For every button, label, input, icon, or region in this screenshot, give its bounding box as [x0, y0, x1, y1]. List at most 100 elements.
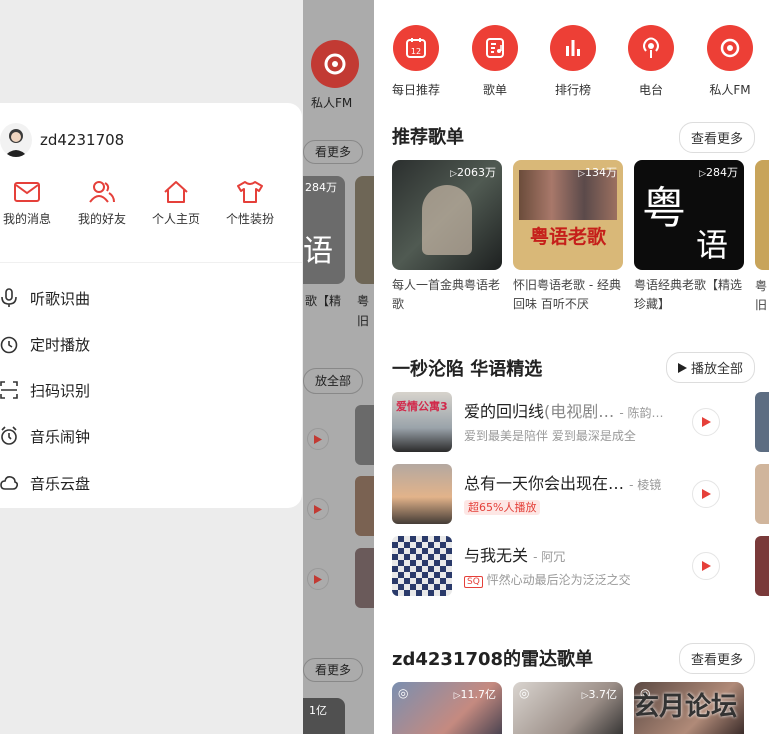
partial-title: 粤 [755, 279, 768, 293]
quick-action-messages[interactable]: 我的消息 [0, 180, 62, 227]
radar-icon: ◎ [398, 686, 409, 700]
strip-partial-text-3: 旧 [357, 314, 370, 328]
song-row[interactable]: 爱情公寓3 爱的回归线(电视剧… - 陈韵… 爱到最美是陪伴 爱到最深是成全 [392, 392, 769, 454]
play-count: 2063万 [457, 166, 496, 179]
nav-label: 每日推荐 [391, 83, 440, 97]
strip-play-icon [307, 568, 329, 590]
nav-daily-recommend[interactable]: 12 每日推荐 [386, 25, 446, 98]
play-all-label: 播放全部 [691, 362, 744, 377]
nav-label: 电台 [638, 83, 663, 97]
calendar-icon: 12 [406, 38, 426, 58]
home-panel: 12 每日推荐 歌单 排行榜 电台 私人FM 推荐歌单 查看更多 ▷2063万 … [374, 0, 769, 734]
radar-playlist-cover[interactable]: ◎ ▷11.7亿 [392, 682, 502, 734]
play-all-button[interactable]: 播放全部 [666, 352, 756, 383]
menu-item-alarm[interactable]: 音乐闹钟 [0, 421, 300, 451]
nav-private-fm[interactable]: 私人FM [700, 25, 760, 98]
fm-label: 私人FM [311, 96, 353, 110]
play-icon [678, 362, 687, 373]
quick-action-friends[interactable]: 我的好友 [67, 180, 137, 227]
radar-playlist-cover[interactable]: ◎ ▷3.7亿 [513, 682, 623, 734]
cover-text-2: 语 [696, 226, 729, 264]
strip-count-2: 1亿 [309, 704, 327, 717]
drawer-divider [0, 262, 302, 263]
playlist-title: 每人一首金典粤语老歌 [392, 278, 501, 311]
song-play-button[interactable] [692, 408, 720, 436]
nav-label: 歌单 [482, 83, 507, 97]
song-title: 爱的回归线 [464, 402, 545, 421]
play-icon [701, 561, 711, 571]
sq-badge: SQ [464, 576, 483, 588]
section-title-chinese-picks: 一秒沦陷 华语精选 [392, 359, 543, 380]
play-count: 3.7亿 [588, 688, 618, 701]
song-artist: - 棱镜 [629, 478, 662, 492]
strip-count: 284万 [305, 181, 337, 194]
strip-more-button: 看更多 [303, 140, 363, 164]
scan-icon [0, 381, 18, 399]
popularity-tag: 超65%人播放 [464, 500, 541, 515]
fm-icon [720, 38, 740, 58]
cover-text: 粤语老歌 [529, 226, 606, 248]
quick-action-label: 我的消息 [2, 212, 51, 226]
strip-partial-text: 歌【精 [305, 294, 342, 308]
song-subtitle: 怦然心动最后沦为泛泛之交 [486, 573, 631, 587]
menu-item-label: 听歌识曲 [30, 289, 91, 308]
alarm-icon [1, 426, 17, 445]
playlist-card[interactable]: ▷2063万 每人一首金典粤语老歌 [392, 160, 502, 314]
see-more-button[interactable]: 查看更多 [679, 643, 756, 674]
song-play-button[interactable] [692, 552, 720, 580]
quick-action-homepage[interactable]: 个人主页 [141, 180, 211, 227]
song-play-button[interactable] [692, 480, 720, 508]
song-cover: 爱情公寓3 [392, 392, 452, 452]
menu-item-label: 音乐云盘 [30, 474, 91, 493]
playlist-card[interactable]: 粤 语 ▷284万 粤语经典老歌【精选珍藏】 [634, 160, 744, 314]
play-icon [701, 489, 711, 499]
home-icon [164, 181, 188, 203]
dimmed-home-preview[interactable]: 私人FM 看更多 284万 语 歌【精 粤 旧 放全部 看更多 1亿 [303, 0, 374, 734]
avatar[interactable] [0, 123, 32, 157]
microphone-icon [1, 288, 17, 307]
song-title: 总有一天你会出现在… [464, 474, 625, 493]
nav-playlist[interactable]: 歌单 [465, 25, 525, 98]
section-title-radar: zd4231708的雷达歌单 [392, 649, 594, 670]
playlist-icon [486, 38, 504, 58]
playlist-cover-partial [755, 160, 769, 270]
fm-icon [311, 40, 359, 88]
watermark: 玄月论坛 [633, 692, 738, 722]
nav-label: 排行榜 [554, 83, 591, 97]
quick-action-dressup[interactable]: 个性装扮 [215, 180, 285, 227]
nav-radio[interactable]: 电台 [621, 25, 681, 98]
timer-icon [0, 336, 18, 354]
menu-item-cloud-drive[interactable]: 音乐云盘 [0, 468, 300, 498]
song-title: 与我无关 [464, 546, 529, 565]
song-cover-partial [755, 392, 769, 452]
partial-title-2: 旧 [755, 298, 768, 312]
playlist-card[interactable]: 粤语老歌 ▷134万 怀旧粤语老歌 - 经典回味 百听不厌 [513, 160, 623, 314]
friends-icon [89, 181, 115, 203]
quick-action-label: 个人主页 [151, 212, 200, 226]
strip-partial-text-2: 粤 [357, 294, 370, 308]
play-icon [701, 417, 711, 427]
menu-item-label: 音乐闹钟 [30, 427, 91, 446]
song-cover-partial [755, 464, 769, 524]
nav-charts[interactable]: 排行榜 [543, 25, 603, 98]
cover-text: 爱情公寓3 [396, 400, 448, 413]
menu-item-sleep-timer[interactable]: 定时播放 [0, 329, 300, 359]
strip-play-icon [307, 498, 329, 520]
play-count: 284万 [706, 166, 738, 179]
username[interactable]: zd4231708 [40, 131, 124, 149]
menu-item-label: 扫码识别 [30, 381, 91, 400]
see-more-button[interactable]: 查看更多 [679, 122, 756, 153]
song-row[interactable]: 与我无关 - 阿冗 SQ 怦然心动最后沦为泛泛之交 [392, 536, 769, 598]
section-title-recommended: 推荐歌单 [392, 127, 464, 148]
playlist-title: 怀旧粤语老歌 - 经典回味 百听不厌 [513, 278, 621, 311]
strip-play-all: 放全部 [303, 368, 363, 394]
menu-item-song-recognition[interactable]: 听歌识曲 [0, 283, 300, 313]
strip-more-button-2: 看更多 [303, 658, 363, 682]
strip-cover-char: 语 [303, 234, 333, 269]
play-count: 11.7亿 [460, 688, 497, 701]
cover-text: 粤 [642, 183, 686, 234]
song-row[interactable]: 总有一天你会出现在… - 棱镜 超65%人播放 [392, 464, 769, 526]
menu-item-scan-code[interactable]: 扫码识别 [0, 375, 300, 405]
tshirt-icon [237, 181, 263, 203]
cloud-icon [0, 476, 18, 490]
